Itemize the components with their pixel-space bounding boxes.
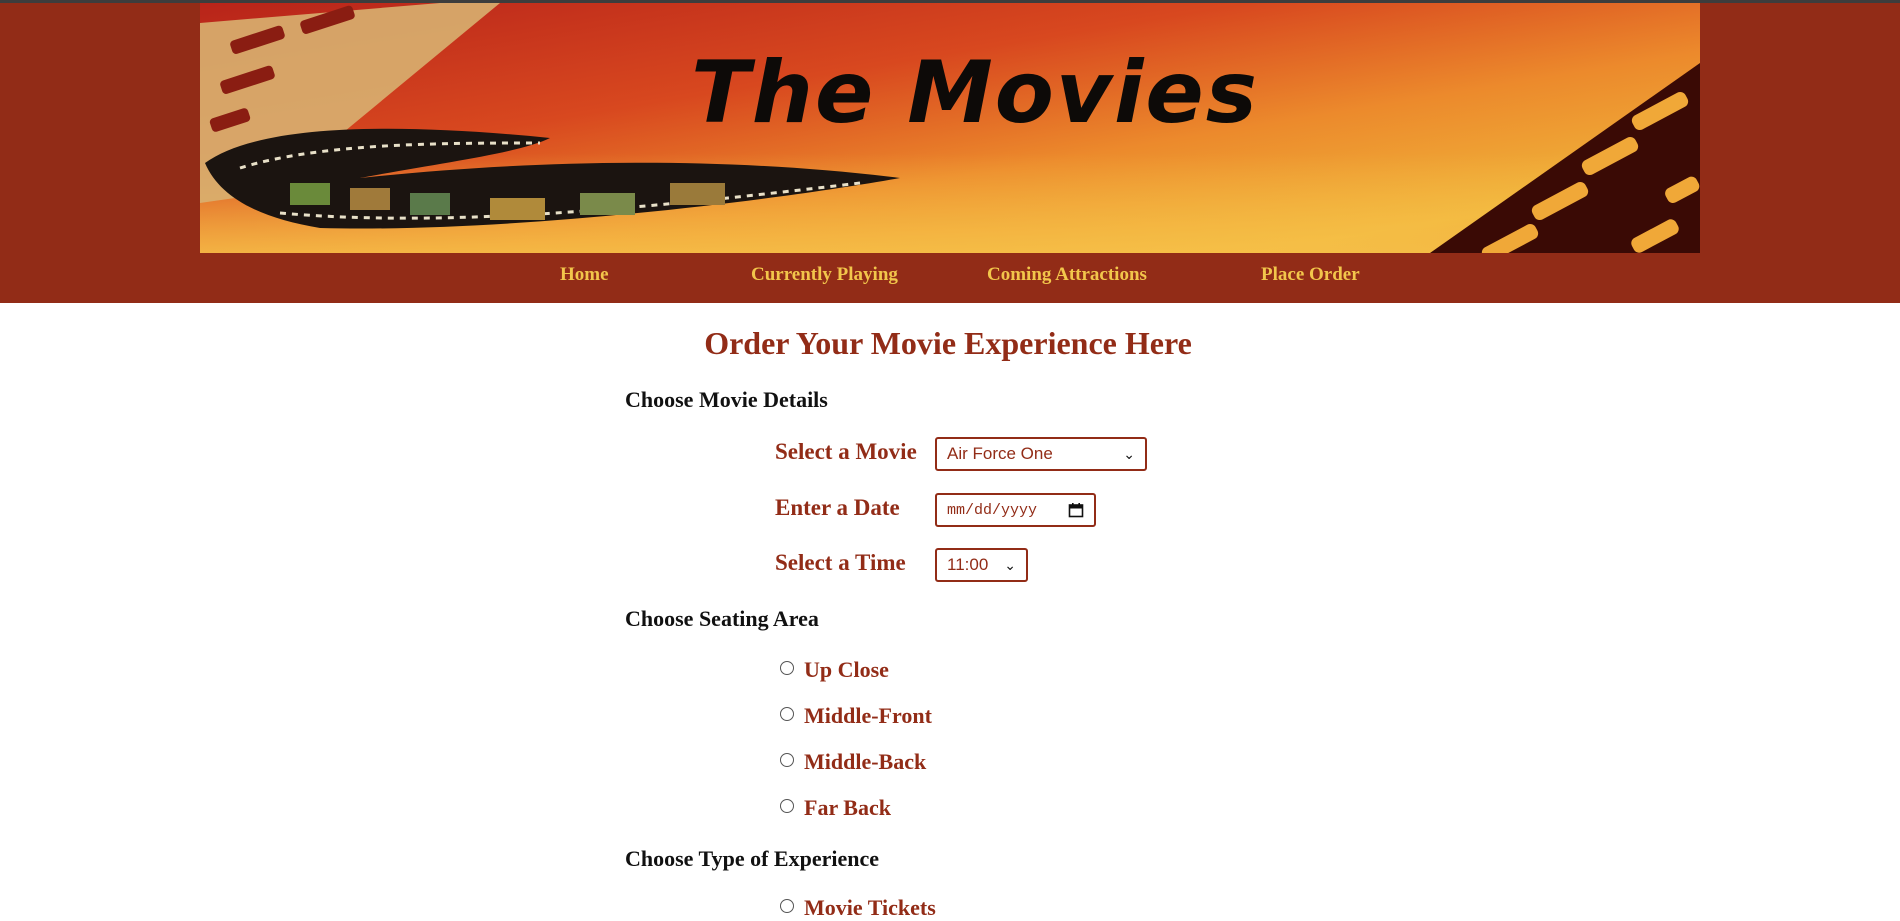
chevron-down-icon: ⌄	[1123, 445, 1135, 462]
section-experience-type: Choose Type of Experience	[625, 846, 879, 871]
time-label: Select a Time	[775, 550, 906, 575]
banner-image: The Movies	[200, 3, 1700, 253]
main-nav: Home Currently Playing Coming Attraction…	[0, 264, 1900, 294]
seat-option-far-back[interactable]: Far Back	[780, 795, 891, 821]
seat-option-up-close[interactable]: Up Close	[780, 657, 889, 683]
radio-icon[interactable]	[780, 799, 794, 813]
nav-currently-playing[interactable]: Currently Playing	[751, 264, 898, 286]
nav-coming-attractions[interactable]: Coming Attractions	[987, 264, 1147, 286]
date-input[interactable]: mm/dd/yyyy	[935, 493, 1096, 527]
date-label: Enter a Date	[775, 495, 900, 520]
radio-icon[interactable]	[780, 899, 794, 913]
section-seating-area: Choose Seating Area	[625, 606, 819, 631]
site-header: The Movies	[0, 3, 1900, 303]
seat-option-middle-front[interactable]: Middle-Front	[780, 703, 932, 729]
seat-option-middle-back[interactable]: Middle-Back	[780, 749, 926, 775]
page-title: Order Your Movie Experience Here	[704, 325, 1192, 361]
experience-option-movie-tickets[interactable]: Movie Tickets	[780, 895, 936, 921]
radio-icon[interactable]	[780, 707, 794, 721]
radio-icon[interactable]	[780, 753, 794, 767]
radio-icon[interactable]	[780, 661, 794, 675]
time-select[interactable]: 11:00 ⌄	[935, 548, 1028, 582]
banner-title: The Movies	[691, 43, 1259, 143]
calendar-icon[interactable]	[1068, 502, 1084, 518]
movie-label: Select a Movie	[775, 439, 917, 464]
nav-home[interactable]: Home	[560, 264, 609, 286]
section-movie-details: Choose Movie Details	[625, 387, 828, 412]
movie-select[interactable]: Air Force One ⌄	[935, 437, 1147, 471]
order-form: Order Your Movie Experience Here Choose …	[0, 303, 1900, 920]
chevron-down-icon: ⌄	[1004, 556, 1016, 573]
nav-place-order[interactable]: Place Order	[1261, 264, 1360, 286]
